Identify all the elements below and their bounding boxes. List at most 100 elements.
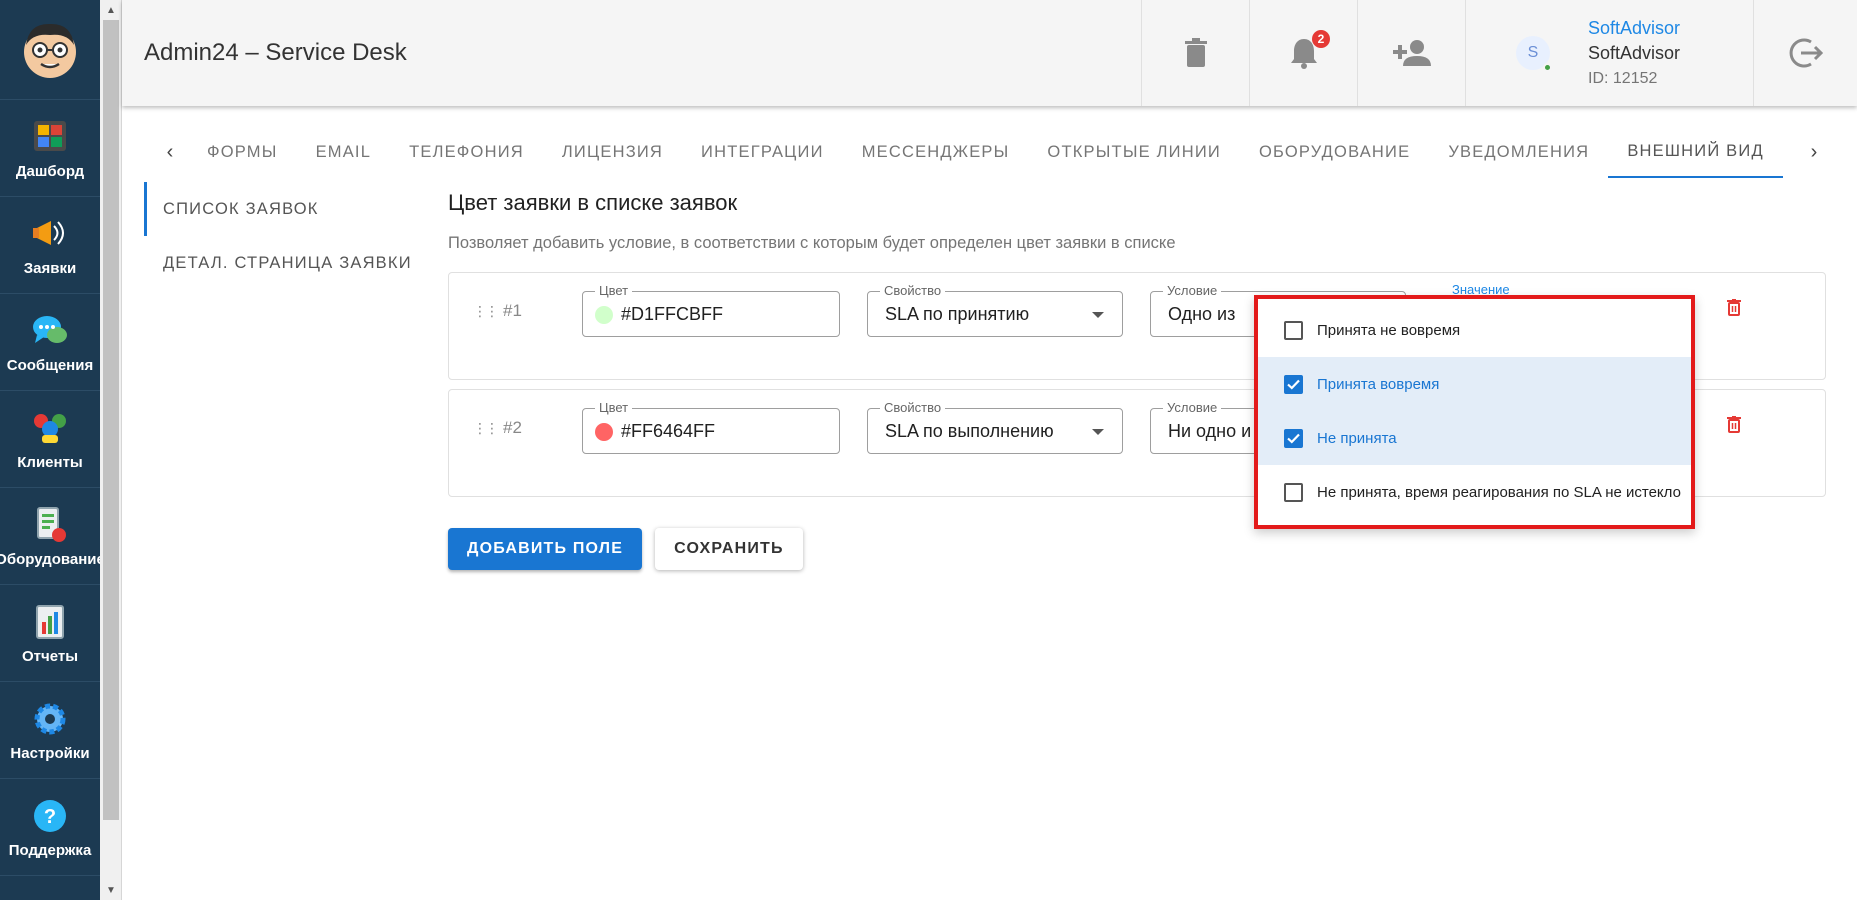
avatar-logo[interactable] [0, 0, 100, 100]
scroll-down-icon[interactable]: ▼ [100, 880, 122, 900]
tab-3[interactable]: ЛИЦЕНЗИЯ [543, 126, 682, 178]
user-profile-link[interactable]: SoftAdvisor [1588, 16, 1680, 41]
property-select[interactable]: Свойство SLA по принятию [867, 283, 1123, 337]
top-header: Admin24 – Service Desk 2 S SoftAdvisor S… [122, 0, 1857, 106]
dropdown-option[interactable]: Принята вовремя [1258, 357, 1691, 411]
sidebar-item-settings[interactable]: Настройки [0, 682, 100, 779]
dropdown-option-label: Не принята [1317, 429, 1397, 447]
property-select-value: SLA по выполнению [885, 421, 1054, 441]
sidebar-item-support[interactable]: ? Поддержка [0, 779, 100, 876]
chat-icon [30, 311, 70, 351]
tab-1[interactable]: EMAIL [297, 126, 391, 178]
notifications-button[interactable]: 2 [1249, 0, 1357, 106]
scrollbar-thumb[interactable] [103, 20, 119, 820]
reports-icon [30, 602, 70, 642]
page-description: Позволяет добавить условие, в соответств… [448, 234, 1176, 252]
tab-2[interactable]: ТЕЛЕФОНИЯ [390, 126, 543, 178]
subnav-item-ticket-detail[interactable]: ДЕТАЛ. СТРАНИЦА ЗАЯВКИ [144, 236, 414, 290]
sidebar-item-label: Заявки [23, 259, 77, 277]
color-field-label: Цвет [595, 283, 633, 298]
avatar[interactable]: S [1516, 36, 1552, 72]
sidebar-item-tickets[interactable]: Заявки [0, 197, 100, 294]
tab-8[interactable]: УВЕДОМЛЕНИЯ [1429, 126, 1608, 178]
color-field[interactable]: Цвет #FF6464FF [582, 400, 840, 454]
condition-select-value: Ни одно и [1168, 421, 1252, 441]
sidebar-item-label: Сообщения [6, 356, 94, 374]
gear-icon [30, 699, 70, 739]
delete-rule-button[interactable] [1727, 416, 1741, 438]
add-user-icon [1392, 40, 1431, 66]
checkbox-empty-icon[interactable] [1284, 482, 1303, 502]
tab-9[interactable]: ВНЕШНИЙ ВИД [1608, 126, 1783, 178]
color-swatch[interactable] [595, 423, 613, 441]
megaphone-icon [30, 214, 70, 254]
scroll-up-icon[interactable]: ▲ [100, 0, 122, 20]
sidebar-item-messages[interactable]: Сообщения [0, 294, 100, 391]
save-button[interactable]: СОХРАНИТЬ [655, 528, 803, 570]
condition-select-value: Одно из [1168, 304, 1236, 324]
sidebar-item-clients[interactable]: Клиенты [0, 391, 100, 488]
tab-5[interactable]: МЕССЕНДЖЕРЫ [843, 126, 1029, 178]
color-field-value: #FF6464FF [621, 421, 716, 441]
vertical-scrollbar[interactable]: ▲ ▼ [100, 0, 122, 900]
tab-0[interactable]: ФОРМЫ [188, 126, 297, 178]
sidebar-item-label: Клиенты [17, 453, 83, 471]
add-field-button[interactable]: ДОБАВИТЬ ПОЛЕ [448, 528, 643, 570]
notification-badge: 2 [1312, 30, 1330, 48]
dropdown-option[interactable]: Не принята [1258, 411, 1691, 465]
rule-number: #1 [503, 301, 522, 320]
add-user-button[interactable] [1357, 0, 1465, 106]
drag-dots-icon: ⋮⋮ [473, 419, 499, 436]
condition-select-label: Условие [1163, 283, 1222, 298]
checkbox-checked-icon[interactable] [1284, 428, 1303, 448]
user-info: SoftAdvisor SoftAdvisor ID: 12152 [1588, 16, 1680, 91]
clients-icon [30, 408, 70, 448]
chevron-down-icon [1092, 429, 1104, 435]
svg-text:?: ? [44, 806, 56, 828]
user-profile[interactable]: S SoftAdvisor SoftAdvisor ID: 12152 [1465, 0, 1753, 106]
tab-10[interactable]: БОКО [1783, 126, 1796, 178]
trash-icon [1184, 38, 1207, 67]
property-select[interactable]: Свойство SLA по выполнению [867, 400, 1123, 454]
drag-dots-icon: ⋮⋮ [473, 302, 499, 319]
page-title: Цвет заявки в списке заявок [448, 190, 738, 215]
dashboard-icon [30, 117, 70, 157]
tabs-list: ФОРМЫ EMAIL ТЕЛЕФОНИЯ ЛИЦЕНЗИЯ ИНТЕГРАЦИИ МЕС… [188, 126, 1796, 178]
subnav-item-ticket-list[interactable]: СПИСОК ЗАЯВОК [144, 182, 414, 236]
delete-rule-button[interactable] [1727, 299, 1741, 321]
dropdown-option[interactable]: Принята не вовремя [1258, 303, 1691, 357]
checkbox-empty-icon[interactable] [1284, 320, 1303, 340]
avatar-letter: S [1527, 44, 1539, 61]
sidebar-item-dashboard[interactable]: Дашборд [0, 100, 100, 197]
property-select-value: SLA по принятию [885, 304, 1030, 324]
tab-7[interactable]: ОБОРУДОВАНИЕ [1240, 126, 1429, 178]
online-status-dot [1543, 63, 1552, 72]
tabs-prev-icon[interactable]: ‹ [152, 126, 188, 178]
condition-select-label: Условие [1163, 400, 1222, 415]
logout-icon [1789, 38, 1823, 68]
property-select-label: Свойство [880, 283, 946, 298]
sidebar-item-equipment[interactable]: Оборудование [0, 488, 105, 585]
color-field-label: Цвет [595, 400, 633, 415]
tab-4[interactable]: ИНТЕГРАЦИИ [682, 126, 843, 178]
dropdown-option[interactable]: Не принята, время реагирования по SLA не… [1258, 465, 1691, 519]
value-dropdown-menu: Принята не вовремя Принята вовремя Не прин… [1254, 295, 1695, 529]
property-select-label: Свойство [880, 400, 946, 415]
user-name: SoftAdvisor [1588, 42, 1681, 63]
color-swatch[interactable] [595, 306, 613, 324]
logout-button[interactable] [1753, 0, 1857, 106]
drag-handle[interactable]: ⋮⋮ #2 [473, 418, 522, 438]
main-content: Цвет заявки в списке заявок Позволяет до… [448, 190, 1828, 253]
trash-button[interactable] [1141, 0, 1249, 106]
rule-number: #2 [503, 418, 522, 437]
color-field[interactable]: Цвет #D1FFCBFF [582, 283, 840, 337]
trash-icon [1727, 416, 1741, 433]
tabs-next-icon[interactable]: › [1796, 126, 1832, 178]
subnav: СПИСОК ЗАЯВОК ДЕТАЛ. СТРАНИЦА ЗАЯВКИ [144, 182, 414, 290]
sidebar-item-label: Отчеты [21, 647, 79, 665]
tab-6[interactable]: ОТКРЫТЫЕ ЛИНИИ [1028, 126, 1240, 178]
drag-handle[interactable]: ⋮⋮ #1 [473, 301, 522, 321]
sidebar-item-label: Настройки [10, 744, 90, 762]
checkbox-checked-icon[interactable] [1284, 374, 1303, 394]
sidebar-item-reports[interactable]: Отчеты [0, 585, 100, 682]
